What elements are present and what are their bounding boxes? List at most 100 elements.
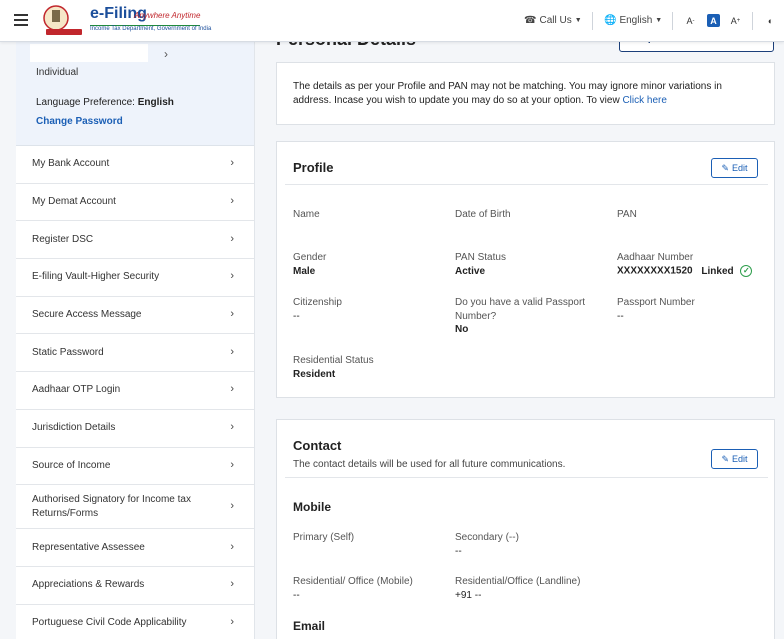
passport-number-label: Passport Number [617,297,695,308]
dob-label: Date of Birth [455,209,511,220]
user-type: Individual [36,67,79,78]
aadhaar-linked-status: Linked [701,265,734,277]
font-normal-label: A [710,15,717,26]
aadhaar-value-row: XXXXXXXX1520 Linked ✓ [617,265,753,277]
chevron-right-icon: › [230,195,234,208]
sidebar-item-label: Representative Assessee [32,541,145,553]
primary-mobile-label: Primary (Self) [293,532,355,543]
check-circle-icon: ✓ [740,265,753,277]
passport-question-value: No [455,324,469,335]
pan-label: PAN [617,209,637,220]
chevron-down-icon: ▼ [574,17,582,24]
sidebar-item-label: My Bank Account [32,158,110,170]
chevron-right-icon: › [230,157,234,170]
residential-status-label: Residential Status [293,355,374,366]
language-dropdown[interactable]: 🌐 English ▼ [604,15,662,26]
name-label: Name [293,209,320,220]
contact-edit-button[interactable]: ✎ Edit [711,449,758,469]
sidebar-item-static-password[interactable]: Static Password › [16,334,254,373]
edit-label: Edit [732,454,748,464]
sidebar-item-label: Appreciations & Rewards [32,579,145,591]
sidebar-item-appreciations-rewards[interactable]: Appreciations & Rewards › [16,567,254,605]
font-decrease-button[interactable]: A- [684,14,697,27]
sidebar-item-secure-access-message[interactable]: Secure Access Message › [16,297,254,335]
user-name-field [30,44,148,62]
card-divider [285,184,768,185]
sidebar-item-label: E-filing Vault-Higher Security [32,271,160,283]
chevron-right-icon: › [230,421,234,434]
profile-card: Profile ✎ Edit Name Date of Birth PAN Ge… [276,141,775,398]
language-label: English [619,15,653,26]
sidebar-item-label: Authorised Signatory for Income tax Retu… [32,493,191,519]
gender-label: Gender [293,252,327,263]
profile-summary: › Individual Language Preference: Englis… [16,42,254,146]
citizenship-label: Citizenship [293,297,342,308]
pan-status-value: Active [455,266,486,277]
sidebar-item-register-dsc[interactable]: Register DSC › [16,221,254,260]
pencil-icon: ✎ [721,453,730,464]
efiling-emblem-logo [43,5,82,35]
language-preference: Language Preference: English [36,97,174,108]
sidebar-item-label: Register DSC [32,233,94,245]
residential-mobile-value: -- [293,590,300,601]
chevron-down-icon: ▼ [655,17,663,24]
profile-sidebar: › Individual Language Preference: Englis… [16,42,255,639]
email-section-heading: Email [293,619,326,633]
header-divider [592,12,593,30]
secondary-mobile-value: -- [455,546,462,557]
sidebar-item-my-bank-account[interactable]: My Bank Account › [16,146,254,184]
hamburger-menu-icon[interactable] [14,14,28,26]
residential-mobile-label: Residential/ Office (Mobile) [293,576,413,587]
header-divider [672,12,673,30]
pan-status-label: PAN Status [455,252,506,263]
chevron-right-icon: › [230,270,234,283]
sidebar-item-source-of-income[interactable]: Source of Income › [16,448,254,486]
chevron-right-icon: › [230,383,234,396]
change-password-link[interactable]: Change Password [36,116,123,127]
sidebar-item-authorised-signatory[interactable]: Authorised Signatory for Income tax Retu… [16,485,254,530]
mismatch-notice: The details as per your Profile and PAN … [276,62,775,125]
sidebar-item-label: Secure Access Message [32,309,142,321]
font-normal-button[interactable]: A [707,14,720,27]
secondary-mobile-label: Secondary (--) [455,532,519,543]
sidebar-item-representative-assessee[interactable]: Representative Assessee › [16,529,254,567]
sidebar-item-efiling-vault[interactable]: E-filing Vault-Higher Security › [16,259,254,297]
sidebar-item-jurisdiction-details[interactable]: Jurisdiction Details › [16,410,254,448]
profile-edit-button[interactable]: ✎ Edit [711,158,758,178]
sidebar-item-label: Source of Income [32,459,111,471]
call-us-dropdown[interactable]: ☎ Call Us ▼ [524,15,582,26]
sidebar-item-portuguese-civil-code[interactable]: Portuguese Civil Code Applicability › [16,605,254,639]
sidebar-item-label: Aadhaar OTP Login [32,384,121,396]
edit-label: Edit [732,163,748,173]
chevron-right-icon: › [230,345,234,358]
theme-toggle-icon[interactable]: ◐ [764,14,777,27]
contact-card-title: Contact [293,438,342,453]
contact-card-subtitle: The contact details will be used for all… [293,459,566,470]
notice-click-here-link[interactable]: Click here [622,95,666,106]
brand-subtitle: Income Tax Department, Government of Ind… [90,26,212,32]
citizenship-value: -- [293,311,300,322]
passport-number-value: -- [617,311,624,322]
sidebar-item-my-demat-account[interactable]: My Demat Account › [16,184,254,222]
aadhaar-value: XXXXXXXX1520 [617,265,693,277]
sidebar-item-label: My Demat Account [32,196,116,208]
pencil-icon: ✎ [721,162,730,173]
chevron-right-icon: › [230,578,234,591]
chevron-right-icon: › [230,540,234,553]
aadhaar-label: Aadhaar Number [617,252,694,263]
chevron-right-icon: › [230,232,234,245]
phone-icon: ☎ [524,15,537,26]
brand-tagline: Anywhere Anytime [134,11,201,20]
chevron-right-icon[interactable]: › [164,47,168,61]
chevron-right-icon: › [230,615,234,628]
profile-card-title: Profile [293,160,334,175]
globe-icon: 🌐 [604,15,617,26]
chevron-right-icon: › [230,458,234,471]
residential-status-value: Resident [293,369,336,380]
font-increase-button[interactable]: A + [729,14,742,27]
residential-landline-value: +91 -- [455,590,482,601]
card-divider [285,477,768,478]
sidebar-item-aadhaar-otp-login[interactable]: Aadhaar OTP Login › [16,372,254,410]
top-header: e-Filing Anywhere Anytime Income Tax Dep… [0,0,784,42]
chevron-right-icon: › [230,308,234,321]
